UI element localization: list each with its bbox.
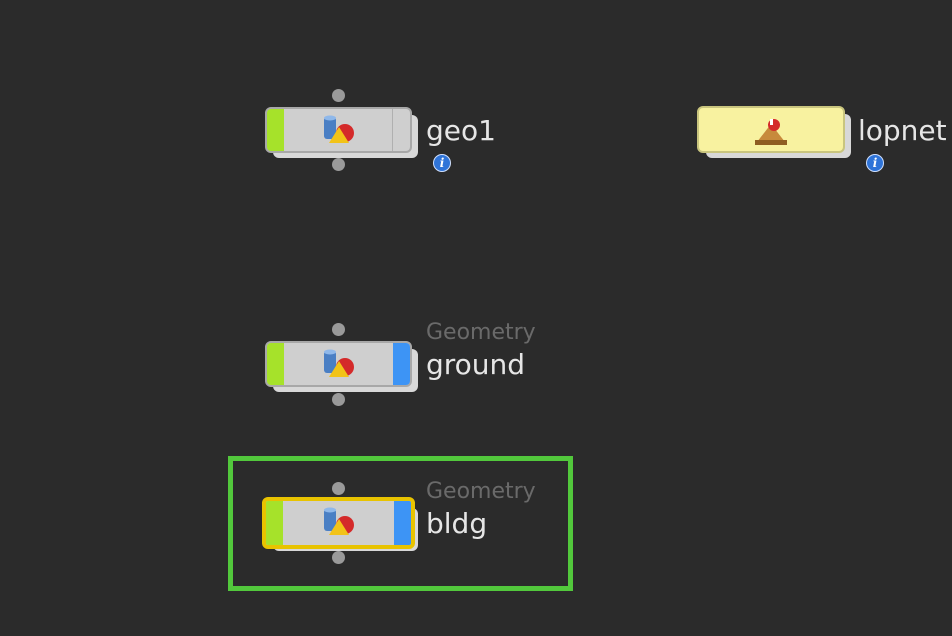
lopnet-node[interactable] (697, 106, 845, 153)
lopnet-info-icon[interactable]: i (866, 154, 884, 172)
ground-name[interactable]: ground (426, 348, 525, 382)
bldg-render-flag[interactable] (394, 501, 411, 545)
ground-display-flag[interactable] (267, 343, 284, 385)
geo1-output-port[interactable] (332, 158, 345, 171)
lopnet-icon (755, 119, 787, 145)
geo1-render-flag[interactable] (392, 109, 410, 151)
bldg-name[interactable]: bldg (426, 507, 487, 541)
ground-output-port[interactable] (332, 393, 345, 406)
geometry-icon (324, 115, 354, 143)
geo1-input-port[interactable] (332, 89, 345, 102)
bldg-node[interactable] (262, 497, 415, 549)
geometry-icon (324, 507, 354, 535)
lopnet-name[interactable]: lopnet (858, 114, 947, 148)
bldg-display-flag[interactable] (266, 501, 283, 545)
bldg-type-label: Geometry (426, 479, 536, 504)
geo1-display-flag[interactable] (267, 109, 284, 151)
bldg-output-port[interactable] (332, 551, 345, 564)
geo1-info-icon[interactable]: i (433, 154, 451, 172)
geo1-node[interactable] (265, 107, 412, 153)
geo1-name[interactable]: geo1 (426, 114, 496, 148)
bldg-input-port[interactable] (332, 482, 345, 495)
ground-node[interactable] (265, 341, 412, 387)
ground-render-flag[interactable] (393, 343, 410, 385)
ground-type-label: Geometry (426, 320, 536, 345)
network-editor[interactable]: geo1 i lopnet i Geometry ground Geometry (0, 0, 952, 636)
ground-input-port[interactable] (332, 323, 345, 336)
geometry-icon (324, 349, 354, 377)
